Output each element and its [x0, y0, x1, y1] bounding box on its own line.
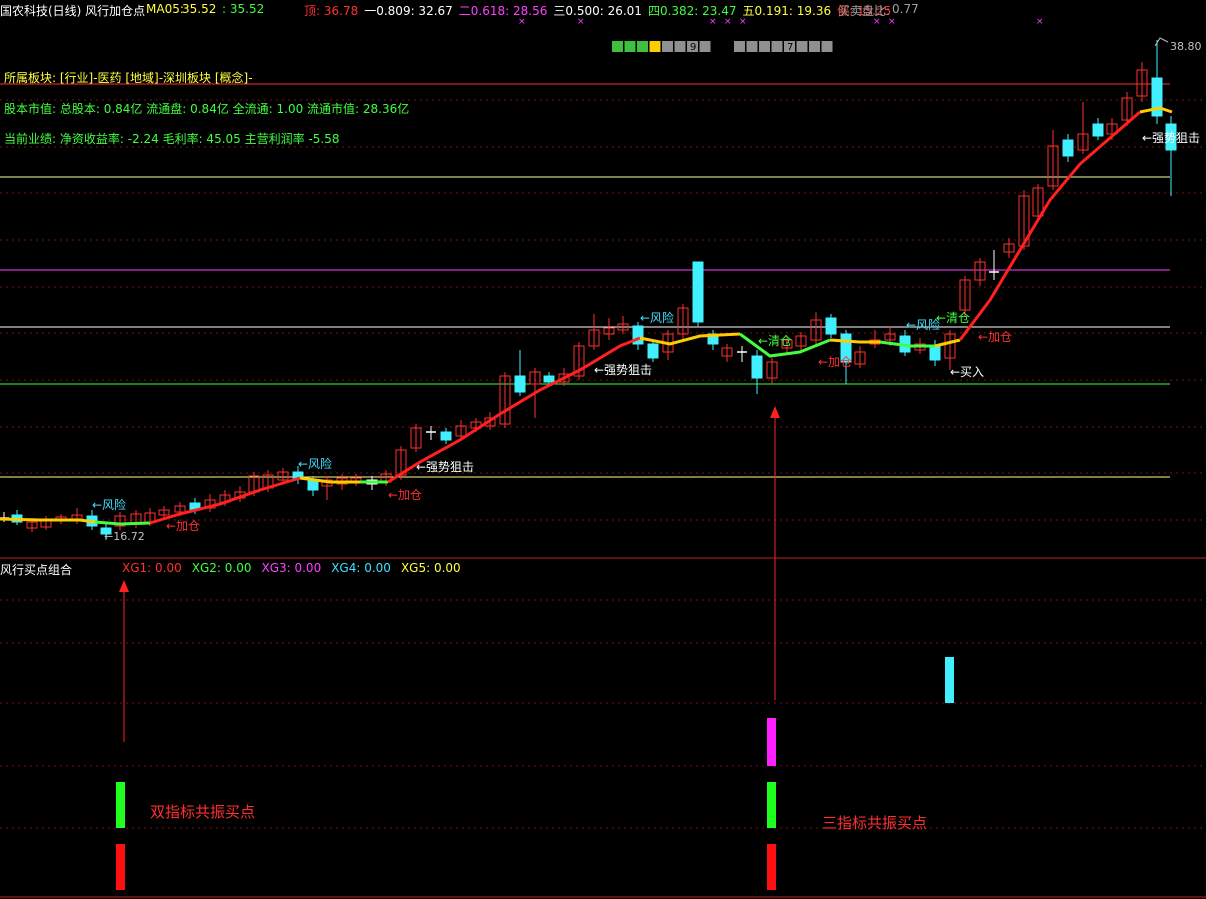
marker-x: × [518, 17, 526, 27]
indicator-bar-green-1 [116, 782, 125, 828]
candle-body [929, 345, 941, 361]
annotation-4: ←加仓 [388, 488, 423, 502]
progress-box [699, 41, 711, 52]
indicator-bar-red-1 [116, 844, 125, 890]
annotation-3: ←风险 [298, 457, 333, 471]
ma-segment-yellow [639, 332, 741, 346]
xg-value-2: XG2: 0.00 [191, 561, 252, 575]
annotation-14: ←强势狙击 [1142, 131, 1201, 145]
annotation-12: ←加仓 [978, 330, 1013, 344]
annotation-13: ←买入 [950, 365, 985, 379]
candlestick-chart[interactable]: 9 7 × × × × × × × × [0, 0, 1206, 899]
progress-box [662, 41, 673, 52]
annotation-8: ←清仓 [758, 334, 793, 348]
progress-box [612, 41, 623, 52]
note-triple-resonance: 三指标共振买点 [822, 814, 928, 832]
marker-x: × [709, 17, 717, 27]
low-price-value: 16.72 [113, 530, 145, 543]
indicator-title: 风行买点组合 [0, 563, 73, 577]
candle-body [440, 431, 452, 441]
marker-x: × [577, 17, 585, 27]
indicator-bar-red-2 [767, 844, 776, 890]
annotation-9: ←加仓 [818, 355, 853, 369]
progress-box [734, 41, 745, 52]
annotation-6: ←风险 [640, 311, 675, 325]
indicator-bar-cyan [945, 657, 954, 703]
high-price-label: 38.80 [1170, 40, 1202, 53]
candle-body [692, 261, 704, 323]
arrow-head-right [770, 406, 780, 418]
marker-x: × [739, 17, 747, 27]
indicator-bar-magenta [767, 718, 776, 766]
progress-box [637, 41, 648, 52]
candle-body [751, 355, 763, 379]
progress-box-number: 7 [787, 42, 793, 53]
candle-body [1092, 123, 1104, 137]
candle-body [1062, 139, 1074, 157]
arrow-head-left [119, 580, 129, 592]
progress-box [759, 41, 770, 52]
low-price-label: ←16.72 [104, 530, 145, 543]
candle-body [543, 375, 555, 383]
indicator-values: XG1: 0.00 XG2: 0.00 XG3: 0.00 XG4: 0.00 XG5:… [122, 561, 471, 575]
note-double-resonance: 双指标共振买点 [150, 803, 256, 821]
ma-segment-green [94, 520, 151, 526]
progress-box [674, 41, 686, 52]
progress-box [796, 41, 808, 52]
xg-value-1: XG1: 0.00 [122, 561, 182, 575]
progress-box [809, 41, 820, 52]
progress-box [649, 41, 661, 52]
marker-x: × [1036, 17, 1044, 27]
progress-box-number: 9 [690, 42, 696, 53]
ma-segment-yellow [934, 338, 961, 348]
marker-x: × [724, 17, 732, 27]
indicator-bar-green-2 [767, 782, 776, 828]
annotation-7: ←强势狙击 [594, 363, 653, 377]
annotation-1: ←风险 [92, 498, 127, 512]
annotation-5: ←强势狙击 [416, 460, 475, 474]
xg-value-5: XG5: 0.00 [400, 561, 461, 575]
marker-x: × [873, 17, 881, 27]
progress-box [746, 41, 758, 52]
progress-box [771, 41, 783, 52]
progress-box [624, 41, 636, 52]
annotation-11: ←清仓 [936, 311, 971, 325]
progress-box [821, 41, 833, 52]
marker-x: × [888, 17, 896, 27]
annotation-10: ←风险 [906, 318, 941, 332]
annotation-2: ←加仓 [166, 519, 201, 533]
candle-body [825, 317, 837, 335]
candle-body [514, 375, 526, 393]
xg-value-3: XG3: 0.00 [261, 561, 322, 575]
candle-body [647, 343, 659, 359]
xg-value-4: XG4: 0.00 [331, 561, 391, 575]
